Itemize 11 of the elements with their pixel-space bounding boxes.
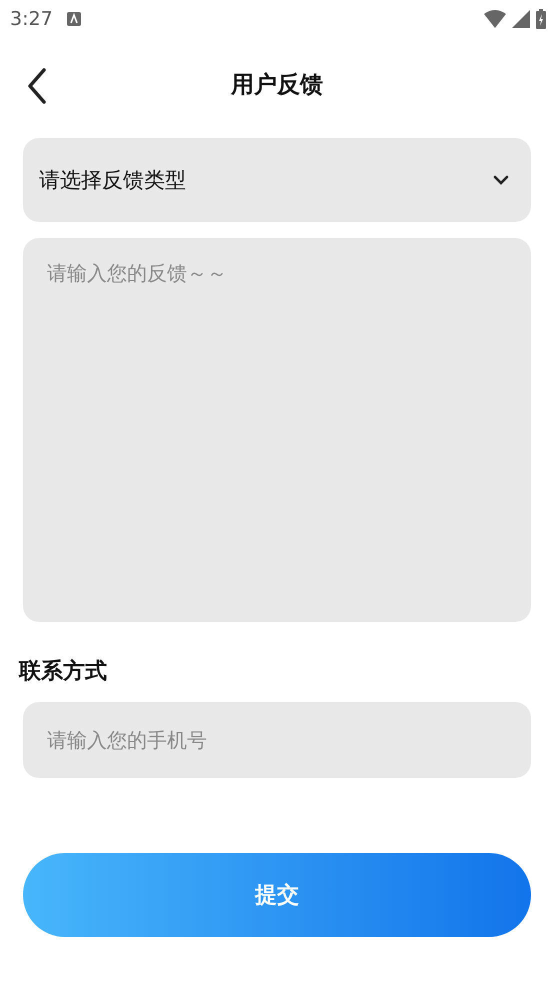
feedback-input[interactable]: 请输入您的反馈～～ xyxy=(23,238,531,622)
signal-icon xyxy=(512,10,530,28)
contact-label: 联系方式 xyxy=(19,658,108,686)
chevron-down-icon xyxy=(493,175,509,185)
page-title: 用户反馈 xyxy=(231,70,323,100)
phone-input[interactable]: 请输入您的手机号 xyxy=(23,702,531,778)
notification-icon xyxy=(66,12,81,26)
status-time: 3:27 xyxy=(10,8,53,30)
feedback-type-dropdown[interactable]: 请选择反馈类型 xyxy=(23,138,531,222)
wifi-icon xyxy=(484,10,506,28)
battery-icon xyxy=(536,9,546,29)
